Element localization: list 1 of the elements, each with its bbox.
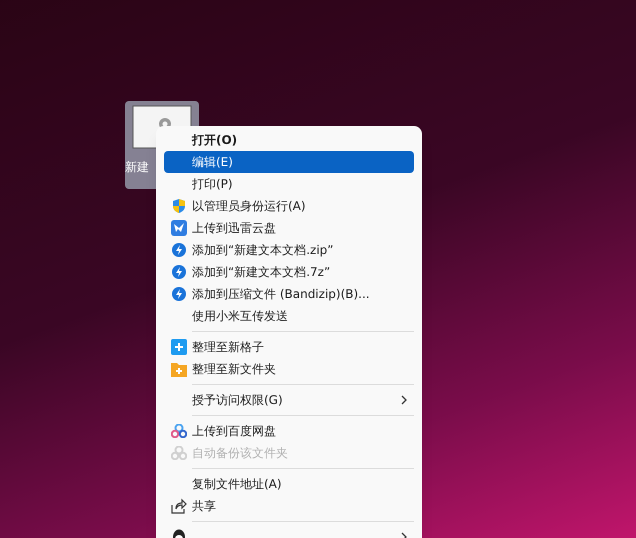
file-name: 新建 [125,159,149,175]
